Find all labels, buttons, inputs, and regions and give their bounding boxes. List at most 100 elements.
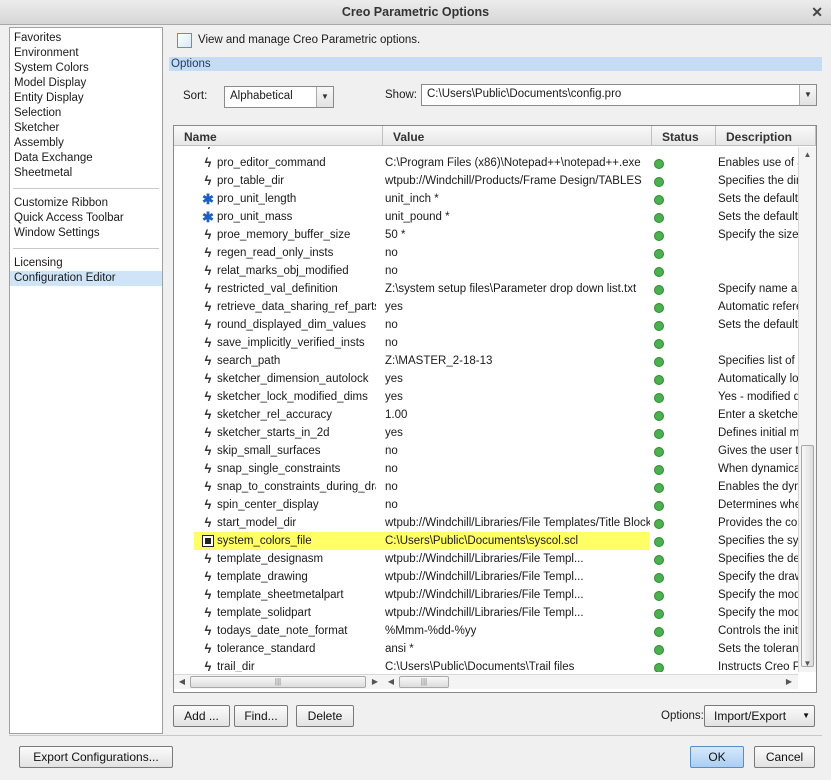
category-item-model-display[interactable]: Model Display bbox=[10, 76, 162, 91]
scroll-left-icon[interactable]: ◀ bbox=[176, 675, 188, 689]
table-row[interactable]: ϟ restricted_val_definition Z:\system setu… bbox=[174, 280, 798, 298]
value-column-scrollbar[interactable]: ◀ ||| ▶ bbox=[383, 674, 798, 689]
table-row[interactable]: ϟ regen_read_only_insts no bbox=[174, 244, 798, 262]
column-header-status[interactable]: Status bbox=[652, 126, 716, 146]
chevron-down-icon[interactable]: ▼ bbox=[799, 85, 816, 105]
table-row[interactable]: ϟ pro_table_dir wtpub://Windchill/Products… bbox=[174, 172, 798, 190]
scroll-left-icon[interactable]: ◀ bbox=[385, 675, 397, 689]
close-icon[interactable]: ✕ bbox=[811, 0, 823, 24]
option-value[interactable]: wtpub://Windchill/Libraries/File Templat… bbox=[385, 514, 650, 532]
table-row[interactable]: ϟ todays_date_note_format %Mmm-%dd-%yy Cont… bbox=[174, 622, 798, 640]
option-value[interactable]: no bbox=[385, 334, 650, 352]
category-item-environment[interactable]: Environment bbox=[10, 46, 162, 61]
category-item-window-settings[interactable]: Window Settings bbox=[10, 226, 162, 241]
category-item-sheetmetal[interactable]: Sheetmetal bbox=[10, 166, 162, 181]
add-button[interactable]: Add ... bbox=[173, 705, 230, 727]
option-value[interactable]: Z:\system setup files\Parameter drop dow… bbox=[385, 280, 650, 298]
scroll-thumb[interactable] bbox=[801, 445, 814, 667]
option-value[interactable]: yes bbox=[385, 424, 650, 442]
show-dropdown[interactable]: C:\Users\Public\Documents\config.pro ▼ bbox=[421, 84, 817, 106]
table-row[interactable]: ϟ sketcher_dimension_autolock yes Automatic… bbox=[174, 370, 798, 388]
table-row[interactable]: ϟ template_sheetmetalpart wtpub://Windchil… bbox=[174, 586, 798, 604]
table-row[interactable]: ϟ snap_to_constraints_during_drag no Enable… bbox=[174, 478, 798, 496]
column-header-value[interactable]: Value bbox=[383, 126, 652, 146]
table-row[interactable]: ϟ spin_center_display no Determines whet bbox=[174, 496, 798, 514]
option-value[interactable]: wtpub://Windchill/Libraries/File Templ..… bbox=[385, 586, 650, 604]
option-value[interactable]: no bbox=[385, 478, 650, 496]
option-value[interactable]: yes bbox=[385, 370, 650, 388]
table-row[interactable]: ϟ trail_dir C:\Users\Public\Documents\Trai… bbox=[174, 658, 798, 672]
category-item-customize-ribbon[interactable]: Customize Ribbon bbox=[10, 196, 162, 211]
scroll-up-icon[interactable]: ▲ bbox=[799, 147, 816, 163]
option-value[interactable]: ansi * bbox=[385, 640, 650, 658]
chevron-down-icon[interactable]: ▼ bbox=[316, 87, 333, 107]
table-row[interactable]: system_colors_file C:\Users\Public\Docume… bbox=[174, 532, 798, 550]
table-row[interactable]: ϟ sketcher_lock_modified_dims yes Yes - mod… bbox=[174, 388, 798, 406]
delete-button[interactable]: Delete bbox=[296, 705, 354, 727]
scroll-right-icon[interactable]: ▶ bbox=[783, 675, 795, 689]
export-configurations-button[interactable]: Export Configurations... bbox=[19, 746, 173, 768]
category-item-licensing[interactable]: Licensing bbox=[10, 256, 162, 271]
option-value[interactable]: 1.00 bbox=[385, 406, 650, 424]
option-value[interactable]: no bbox=[385, 442, 650, 460]
option-value[interactable]: no bbox=[385, 496, 650, 514]
table-row[interactable]: ϟ template_drawing wtpub://Windchill/Libra… bbox=[174, 568, 798, 586]
name-column-scrollbar[interactable]: ◀ ||| ▶ bbox=[174, 674, 383, 689]
option-value[interactable]: unit_inch * bbox=[385, 190, 650, 208]
table-row[interactable]: ϟ proe_memory_buffer_size 50 * Specify the … bbox=[174, 226, 798, 244]
option-value[interactable]: C:\Users\Public\Documents\Trail files bbox=[385, 658, 650, 672]
category-item-entity-display[interactable]: Entity Display bbox=[10, 91, 162, 106]
category-item-favorites[interactable]: Favorites bbox=[10, 31, 162, 46]
option-value[interactable]: no bbox=[385, 262, 650, 280]
option-value[interactable]: yes bbox=[385, 298, 650, 316]
option-value[interactable]: no bbox=[385, 316, 650, 334]
option-value[interactable]: C:\Users\Public\Documents\syscol.scl bbox=[385, 532, 650, 550]
table-row[interactable]: ϟ sketcher_starts_in_2d yes Defines initial… bbox=[174, 424, 798, 442]
option-value[interactable]: no bbox=[385, 460, 650, 478]
option-value[interactable]: no bbox=[385, 244, 650, 262]
table-row[interactable]: ϟ search_path Z:\MASTER_2-18-13 Specifies l… bbox=[174, 352, 798, 370]
option-value[interactable]: unit_pound * bbox=[385, 208, 650, 226]
option-value[interactable]: wtpub://Windchill/Libraries/File Templ..… bbox=[385, 550, 650, 568]
scroll-thumb[interactable]: ||| bbox=[190, 676, 366, 688]
option-value[interactable]: wtpub://Windchill/Libraries/File Templ..… bbox=[385, 604, 650, 622]
ok-button[interactable]: OK bbox=[690, 746, 744, 768]
category-item-quick-access-toolbar[interactable]: Quick Access Toolbar bbox=[10, 211, 162, 226]
table-row[interactable]: ϟ sketcher_rel_accuracy 1.00 Enter a sketch… bbox=[174, 406, 798, 424]
find-button[interactable]: Find... bbox=[234, 705, 288, 727]
table-row[interactable]: ϟ start_model_dir wtpub://Windchill/Librar… bbox=[174, 514, 798, 532]
option-value[interactable]: Z:\MASTER_2-18-13 bbox=[385, 352, 650, 370]
table-row[interactable]: ϟ skip_small_surfaces no Gives the user th bbox=[174, 442, 798, 460]
category-item-selection[interactable]: Selection bbox=[10, 106, 162, 121]
vertical-scrollbar[interactable]: ▲ ▼ bbox=[798, 147, 816, 672]
option-value[interactable]: C:\Program Files (x86)\Notepad++\notepad… bbox=[385, 154, 650, 172]
column-header-name[interactable]: Name bbox=[174, 126, 383, 146]
table-row[interactable]: ϟ bbox=[174, 147, 798, 154]
table-row[interactable]: ϟ snap_single_constraints no When dynamica bbox=[174, 460, 798, 478]
option-value[interactable]: yes bbox=[385, 388, 650, 406]
category-item-data-exchange[interactable]: Data Exchange bbox=[10, 151, 162, 166]
table-row[interactable]: ϟ template_designasm wtpub://Windchill/Lib… bbox=[174, 550, 798, 568]
table-row[interactable]: ✱ pro_unit_mass unit_pound * Sets the defau… bbox=[174, 208, 798, 226]
sort-dropdown[interactable]: Alphabetical ▼ bbox=[224, 86, 334, 108]
scroll-right-icon[interactable]: ▶ bbox=[369, 675, 381, 689]
option-value[interactable]: %Mmm-%dd-%yy bbox=[385, 622, 650, 640]
cancel-button[interactable]: Cancel bbox=[754, 746, 815, 768]
table-row[interactable]: ✱ pro_unit_length unit_inch * Sets the defa… bbox=[174, 190, 798, 208]
option-value[interactable]: 50 * bbox=[385, 226, 650, 244]
category-item-configuration-editor[interactable]: Configuration Editor bbox=[10, 271, 162, 286]
table-row[interactable]: ϟ retrieve_data_sharing_ref_parts yes Autom… bbox=[174, 298, 798, 316]
category-item-assembly[interactable]: Assembly bbox=[10, 136, 162, 151]
table-row[interactable]: ϟ template_solidpart wtpub://Windchill/Lib… bbox=[174, 604, 798, 622]
table-row[interactable]: ϟ round_displayed_dim_values no Sets the de… bbox=[174, 316, 798, 334]
column-header-description[interactable]: Description bbox=[716, 126, 816, 146]
scroll-down-icon[interactable]: ▼ bbox=[799, 656, 816, 672]
table-row[interactable]: ϟ pro_editor_command C:\Program Files (x86… bbox=[174, 154, 798, 172]
category-item-sketcher[interactable]: Sketcher bbox=[10, 121, 162, 136]
import-export-menu-button[interactable]: Import/Export ▼ bbox=[704, 705, 815, 727]
table-row[interactable]: ϟ save_implicitly_verified_insts no bbox=[174, 334, 798, 352]
option-value[interactable]: wtpub://Windchill/Products/Frame Design/… bbox=[385, 172, 650, 190]
table-row[interactable]: ϟ relat_marks_obj_modified no bbox=[174, 262, 798, 280]
scroll-thumb[interactable]: ||| bbox=[399, 676, 449, 688]
option-value[interactable]: wtpub://Windchill/Libraries/File Templ..… bbox=[385, 568, 650, 586]
